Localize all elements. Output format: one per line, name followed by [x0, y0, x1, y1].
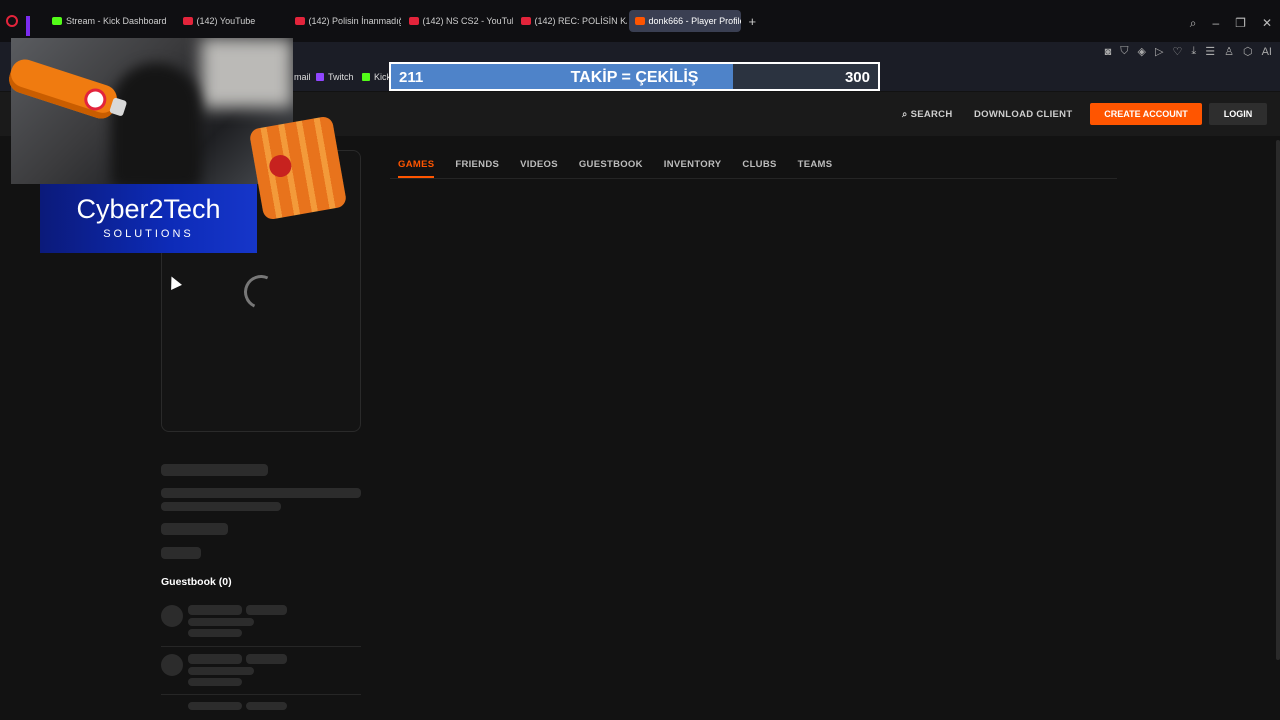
tab-inventory[interactable]: INVENTORY — [664, 159, 722, 170]
youtube-icon — [182, 17, 193, 25]
skeleton-line — [188, 629, 242, 637]
webcam-background — [201, 38, 293, 108]
opera-logo-icon[interactable] — [6, 15, 18, 27]
extension-icon[interactable]: ◈ — [1138, 45, 1146, 58]
skeleton-line — [161, 464, 268, 476]
tab-friends[interactable]: FRIENDS — [455, 159, 499, 170]
login-button[interactable]: LOGIN — [1209, 103, 1267, 125]
tab-youtube-video-3[interactable]: (142) REC: POLİSİN KAME — [515, 10, 627, 32]
download-client-link[interactable]: DOWNLOAD CLIENT — [974, 109, 1072, 120]
create-account-button[interactable]: CREATE ACCOUNT — [1090, 103, 1202, 125]
tab-videos[interactable]: VIDEOS — [520, 159, 558, 170]
tab-player-profile[interactable]: donk666 - Player Profile - — [628, 10, 741, 32]
sponsor-logo: Cyber2Tech SOLUTIONS — [40, 184, 257, 253]
tab-guestbook[interactable]: GUESTBOOK — [579, 159, 643, 170]
youtube-icon — [520, 17, 531, 25]
row-divider — [161, 646, 361, 647]
window-controls: ⌕ – ❐ ✕ — [1190, 16, 1272, 31]
tab-youtube[interactable]: (142) YouTube — [177, 10, 287, 32]
profile-icon[interactable]: ♙ — [1224, 45, 1234, 58]
profile-tabs: GAMES FRIENDS VIDEOS GUESTBOOK INVENTORY… — [398, 159, 833, 178]
restore-icon[interactable]: ❐ — [1235, 16, 1246, 31]
skeleton-line — [246, 702, 287, 710]
search-icon: ⌕ — [902, 109, 911, 120]
tab-youtube-video-1[interactable]: (142) Polisin İnanmadığı H — [289, 10, 401, 32]
guestbook-title: Guestbook (0) — [161, 576, 232, 588]
skeleton-line — [188, 605, 242, 615]
cube-icon[interactable]: ⬡ — [1243, 45, 1253, 58]
goal-label: TAKİP = ÇEKİLİŞ — [570, 69, 699, 86]
skeleton-line — [246, 654, 287, 664]
skeleton-line — [246, 605, 287, 615]
play-icon[interactable]: ▷ — [1155, 45, 1163, 58]
kick-icon — [52, 17, 62, 25]
browser-toolbar: ◙ ⛉ ◈ ▷ ♡ ⤓ ☰ ♙ ⬡ AI — [1105, 45, 1272, 58]
browser-tab-bar: Stream - Kick Dashboard (142) YouTube (1… — [0, 0, 1280, 42]
skeleton-line — [188, 667, 254, 675]
download-icon[interactable]: ⤓ — [1191, 45, 1196, 58]
follow-goal-bar: 211 TAKİP = ÇEKİLİŞ 300 — [389, 62, 880, 91]
shield-icon[interactable]: ⛉ — [1120, 45, 1128, 58]
avatar — [161, 654, 183, 676]
bookmark-twitch[interactable]: Twitch — [316, 72, 354, 82]
tab-teams[interactable]: TEAMS — [798, 159, 833, 170]
tab-games[interactable]: GAMES — [398, 159, 435, 178]
tabs-divider — [390, 178, 1117, 179]
page-scrollbar[interactable] — [1276, 140, 1280, 660]
tab-kick-dashboard[interactable]: Stream - Kick Dashboard — [46, 10, 175, 32]
menu-icon[interactable]: ☰ — [1205, 45, 1215, 58]
skeleton-line — [188, 678, 242, 686]
webcam-overlay — [11, 38, 293, 184]
tab-clubs[interactable]: CLUBS — [742, 159, 776, 170]
minimize-icon[interactable]: – — [1212, 16, 1219, 31]
ai-button[interactable]: AI — [1262, 46, 1272, 58]
skeleton-line — [188, 702, 242, 710]
twitch-icon — [316, 73, 324, 81]
search-button[interactable]: ⌕ SEARCH — [902, 109, 952, 120]
soda-pack-image — [248, 115, 348, 221]
bookmark-mail[interactable]: mail — [294, 72, 311, 82]
streamer-image — [111, 63, 201, 184]
avatar — [161, 605, 183, 627]
youtube-icon — [408, 17, 419, 25]
youtube-icon — [294, 17, 305, 25]
heart-icon[interactable]: ♡ — [1172, 45, 1182, 58]
row-divider — [161, 694, 361, 695]
skeleton-line — [161, 502, 281, 511]
kick-icon — [362, 73, 370, 81]
skeleton-line — [188, 618, 254, 626]
close-icon[interactable]: ✕ — [1262, 16, 1272, 31]
skeleton-line — [188, 654, 242, 664]
faceit-icon — [634, 17, 645, 25]
skeleton-line — [161, 488, 361, 498]
search-tabs-icon[interactable]: ⌕ — [1190, 16, 1197, 31]
new-tab-icon[interactable]: + — [749, 14, 757, 29]
skeleton-line — [161, 523, 228, 535]
goal-target: 300 — [844, 69, 870, 86]
bookmark-kick[interactable]: Kick — [362, 72, 391, 82]
camera-icon[interactable]: ◙ — [1105, 46, 1112, 58]
skeleton-line — [161, 547, 201, 559]
sidebar-strip — [26, 16, 30, 36]
tab-youtube-video-2[interactable]: (142) NS CS2 - YouTube — [403, 10, 513, 32]
